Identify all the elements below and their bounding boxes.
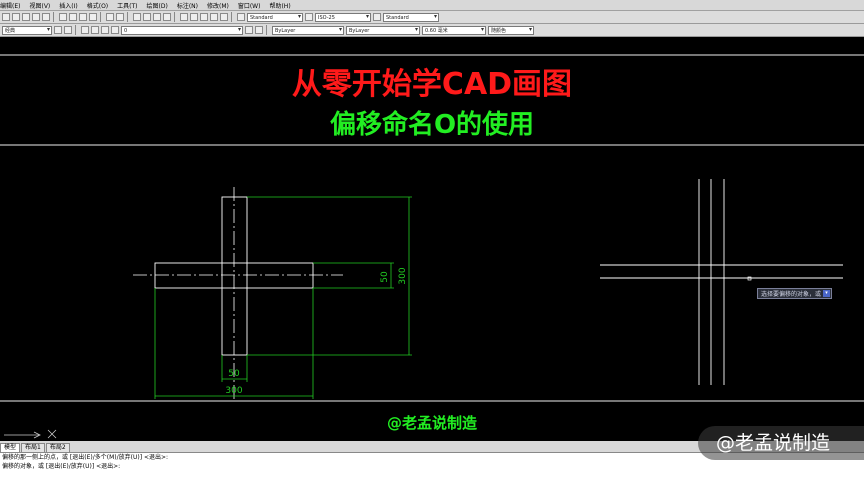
- tab-layout2[interactable]: 布局2: [45, 443, 70, 452]
- cut-icon[interactable]: [59, 13, 67, 21]
- tab-layout1[interactable]: 布局1: [21, 443, 45, 452]
- menu-insert[interactable]: 插入(I): [59, 1, 77, 10]
- undo-icon[interactable]: [106, 13, 114, 21]
- layer-freeze-icon[interactable]: [101, 26, 109, 34]
- toolbar-divider: [53, 12, 54, 22]
- workspace-select[interactable]: 经典: [2, 25, 52, 35]
- command-history-line-2: 偏移的对象，或 [退出(E)/放弃(U)] <退出>:: [2, 463, 121, 470]
- text-style-select[interactable]: Standard: [247, 12, 303, 22]
- dim-text-300-horizontal: 300: [225, 386, 242, 396]
- zoom-previous-icon[interactable]: [163, 13, 171, 21]
- video-title: 从零开始学CAD画图: [291, 67, 573, 102]
- copy-icon[interactable]: [69, 13, 77, 21]
- menu-bar: 编辑(E) 视图(V) 插入(I) 格式(O) 工具(T) 绘图(D) 标注(N…: [0, 0, 864, 11]
- save-workspace-icon[interactable]: [64, 26, 72, 34]
- vertical-rectangle[interactable]: [221, 196, 248, 356]
- pan-icon[interactable]: [133, 13, 141, 21]
- dim-text-300-vertical: 300: [398, 267, 408, 284]
- new-file-icon[interactable]: [2, 13, 10, 21]
- preview-icon[interactable]: [42, 13, 50, 21]
- toolbar-divider: [127, 12, 128, 22]
- layer-select[interactable]: 0: [121, 25, 243, 35]
- tool-palettes-icon[interactable]: [200, 13, 208, 21]
- tooltip-options-icon[interactable]: ▾: [823, 290, 830, 297]
- toolbar-divider: [231, 12, 232, 22]
- calculator-icon[interactable]: [210, 13, 218, 21]
- lineweight-select[interactable]: 0.60 毫米: [422, 25, 486, 35]
- linetype-select[interactable]: ByLayer: [346, 25, 420, 35]
- layers-toolbar: 经典 0 ByLayer ByLayer 0.60 毫米 随颜色: [0, 24, 864, 37]
- layer-lock-icon[interactable]: [111, 26, 119, 34]
- layer-manager-icon[interactable]: [81, 26, 89, 34]
- menu-modify[interactable]: 修改(M): [207, 1, 229, 10]
- standard-toolbar: Standard ISO-25 Standard: [0, 11, 864, 24]
- design-center-icon[interactable]: [190, 13, 198, 21]
- toolbar-divider: [100, 12, 101, 22]
- open-file-icon[interactable]: [12, 13, 20, 21]
- dim-text-50-horizontal: 50: [228, 369, 240, 379]
- paste-icon[interactable]: [79, 13, 87, 21]
- dynamic-input-tooltip: 选择要偏移的对象，或 ▾: [757, 288, 832, 299]
- markup-icon[interactable]: [220, 13, 228, 21]
- layer-previous-icon[interactable]: [255, 26, 263, 34]
- offset-lines-figure[interactable]: [600, 179, 843, 385]
- dim-style-icon: [305, 13, 313, 21]
- text-style-icon: [237, 13, 245, 21]
- table-style-icon: [373, 13, 381, 21]
- menu-edit[interactable]: 编辑(E): [0, 1, 20, 10]
- print-icon[interactable]: [32, 13, 40, 21]
- table-style-select[interactable]: Standard: [383, 12, 439, 22]
- dim-text-50-vertical: 50: [380, 271, 390, 283]
- video-subtitle: 偏移命名O的使用: [329, 110, 535, 140]
- cursor-pickbox: [747, 276, 752, 281]
- menu-view[interactable]: 视图(V): [29, 1, 50, 10]
- menu-window[interactable]: 窗口(W): [238, 1, 261, 10]
- match-properties-icon[interactable]: [89, 13, 97, 21]
- dim-style-select[interactable]: ISO-25: [315, 12, 371, 22]
- menu-tools[interactable]: 工具(T): [117, 1, 137, 10]
- plot-style-select[interactable]: 随颜色: [488, 25, 534, 35]
- make-current-layer-icon[interactable]: [245, 26, 253, 34]
- zoom-window-icon[interactable]: [153, 13, 161, 21]
- properties-icon[interactable]: [180, 13, 188, 21]
- menu-help[interactable]: 帮助(H): [269, 1, 290, 10]
- toolbar-divider: [75, 25, 76, 35]
- redo-icon[interactable]: [116, 13, 124, 21]
- menu-draw[interactable]: 绘图(D): [147, 1, 168, 10]
- toolbar-divider: [174, 12, 175, 22]
- zoom-realtime-icon[interactable]: [143, 13, 151, 21]
- tab-model[interactable]: 模型: [0, 443, 21, 452]
- workspace-settings-icon[interactable]: [54, 26, 62, 34]
- layer-visibility-icon[interactable]: [91, 26, 99, 34]
- toolbar-divider: [266, 25, 267, 35]
- color-select[interactable]: ByLayer: [272, 25, 344, 35]
- corner-watermark: @老孟说制造: [698, 426, 864, 460]
- save-icon[interactable]: [22, 13, 30, 21]
- menu-format[interactable]: 格式(O): [87, 1, 108, 10]
- menu-dimension[interactable]: 标注(N): [177, 1, 198, 10]
- tooltip-text: 选择要偏移的对象，或: [761, 291, 822, 298]
